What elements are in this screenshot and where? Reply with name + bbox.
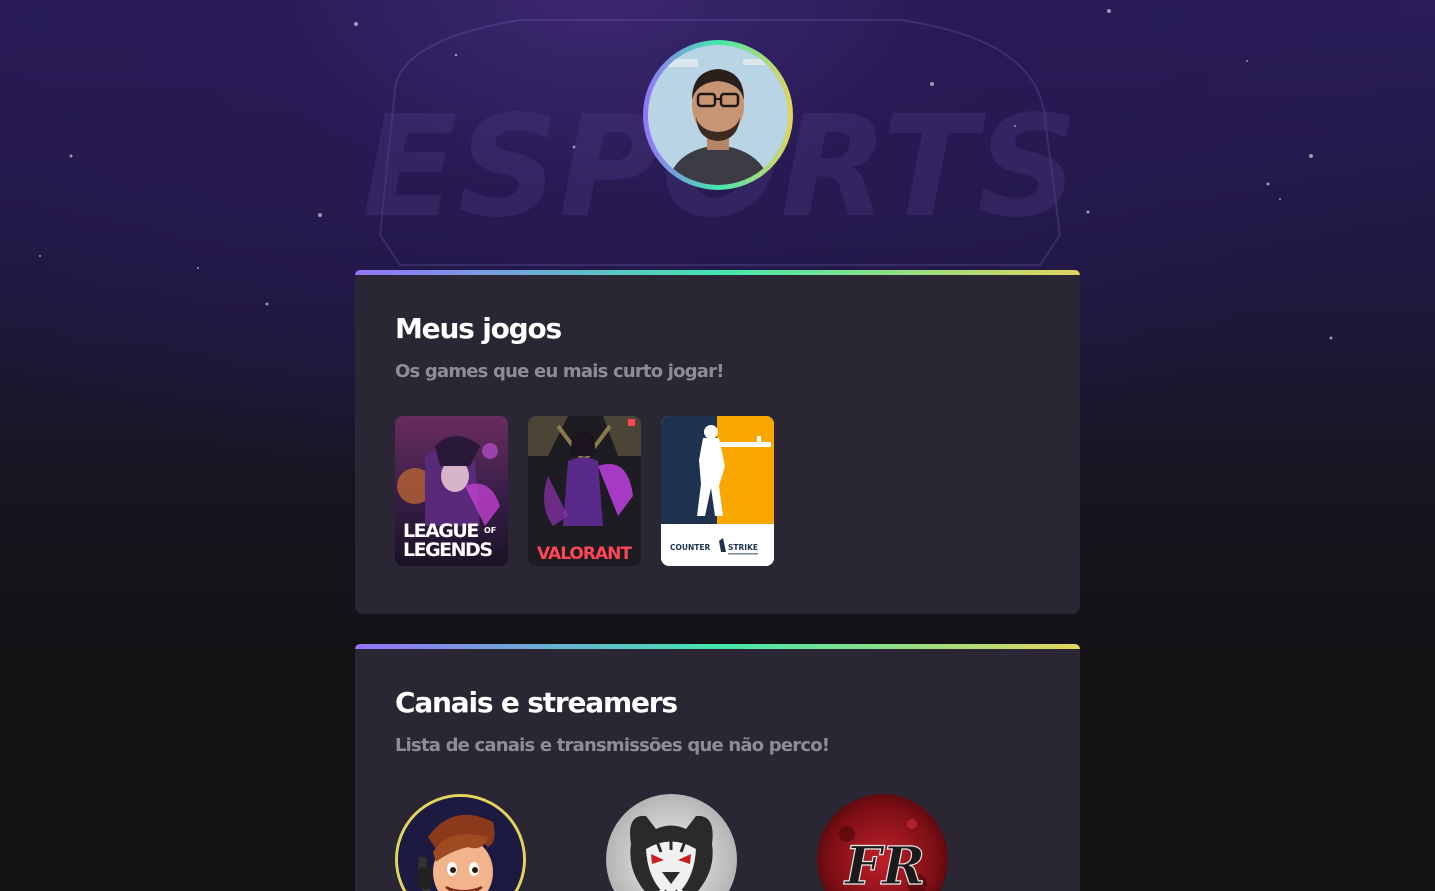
- cartoon-gamer-avatar-icon: [398, 797, 523, 891]
- cs-logo-word2: STRIKE: [728, 543, 758, 552]
- user-avatar-photo: [648, 45, 788, 185]
- cs-logo-word1: COUNTER: [670, 543, 710, 552]
- games-section-subtitle: Os games que eu mais curto jogar!: [395, 361, 724, 382]
- profile-avatar-ring: [643, 40, 793, 190]
- streamers-list: FR: [395, 794, 1040, 891]
- game-card-valorant[interactable]: VALORANT: [528, 416, 641, 566]
- streamer-avatar-2[interactable]: [606, 794, 737, 891]
- lol-logo-of: OF: [484, 526, 496, 535]
- games-section-title: Meus jogos: [395, 312, 562, 345]
- streamer-avatar-1[interactable]: [395, 794, 526, 891]
- streamers-section-title: Canais e streamers: [395, 686, 678, 719]
- game-card-league-of-legends[interactable]: LEAGUE OF LEGENDS: [395, 416, 508, 566]
- lol-logo-line2: LEGENDS: [403, 539, 492, 561]
- fr-logo-avatar-icon: FR: [817, 794, 948, 891]
- streamers-card: Canais e streamers Lista de canais e tra…: [355, 644, 1080, 891]
- games-list: LEAGUE OF LEGENDS VALORANT COUNTER STRIK…: [395, 416, 1040, 566]
- games-card: Meus jogos Os games que eu mais curto jo…: [355, 270, 1080, 614]
- streamers-section-subtitle: Lista de canais e transmissões que não p…: [395, 735, 830, 756]
- valorant-logo-text: VALORANT: [537, 544, 632, 564]
- game-card-counter-strike[interactable]: COUNTER STRIKE: [661, 416, 774, 566]
- streamer-avatar-3[interactable]: FR: [817, 794, 948, 891]
- tiger-avatar-icon: [606, 794, 737, 891]
- fr-logo-text: FR: [843, 836, 925, 891]
